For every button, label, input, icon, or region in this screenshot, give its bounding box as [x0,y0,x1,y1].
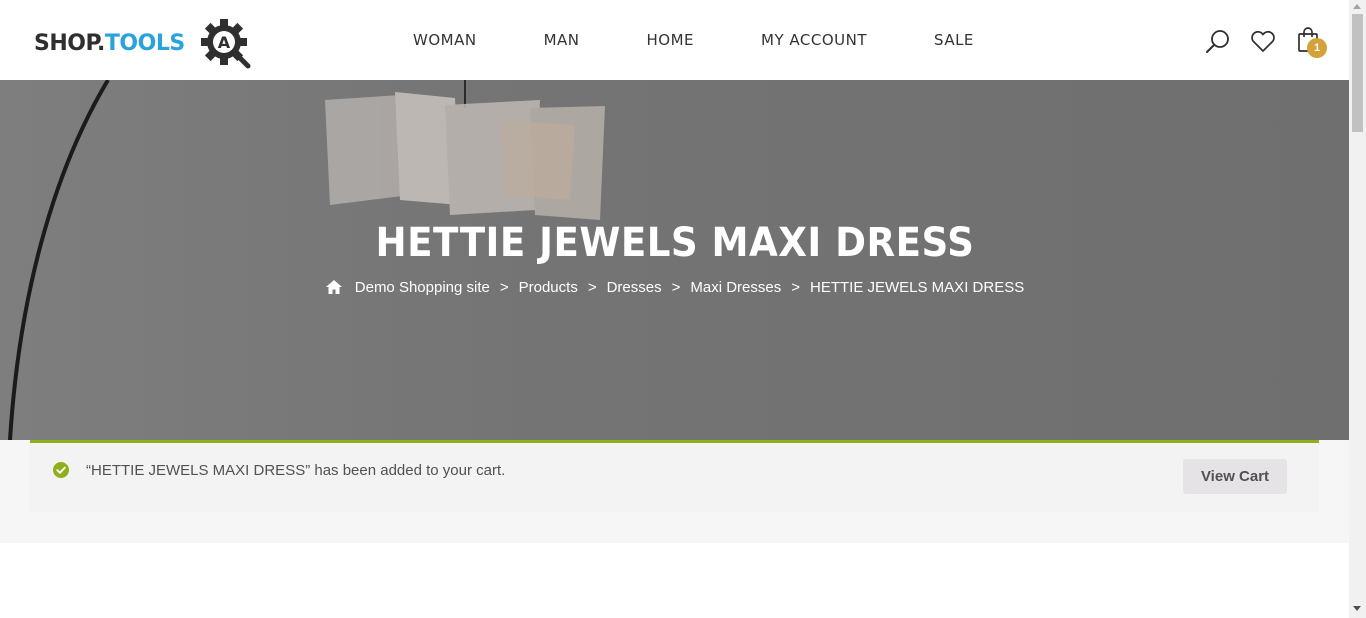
view-cart-button[interactable]: View Cart [1183,459,1287,494]
breadcrumb-item-products[interactable]: Products [519,279,578,296]
breadcrumb: Demo Shopping site > Products > Dresses … [0,278,1349,296]
page: SHOP.TOOLS A WOMAN MAN HOME MY ACCOUNT S… [0,0,1366,618]
main-content: SHOP.TOOLS A WOMAN MAN HOME MY ACCOUNT S… [0,0,1349,618]
gear-logo-icon: A [201,19,251,69]
site-header: SHOP.TOOLS A WOMAN MAN HOME MY ACCOUNT S… [0,0,1349,80]
nav-item-man[interactable]: MAN [544,31,580,49]
nav-item-my-account[interactable]: MY ACCOUNT [761,31,867,49]
breadcrumb-item-maxi-dresses[interactable]: Maxi Dresses [690,279,781,296]
nav-item-home[interactable]: HOME [647,31,695,49]
check-circle-icon [53,462,69,478]
nav-item-sale[interactable]: SALE [934,31,974,49]
breadcrumb-item-dresses[interactable]: Dresses [607,279,662,296]
page-hero: HETTIE JEWELS MAXI DRESS Demo Shopping s… [0,80,1349,440]
cart-count-badge: 1 [1307,38,1327,58]
site-logo[interactable]: SHOP.TOOLS A [34,17,254,69]
breadcrumb-separator: > [791,278,800,296]
logo-mark: A [218,33,231,52]
cart-notice: “HETTIE JEWELS MAXI DRESS” has been adde… [30,440,1319,512]
logo-shop: SHOP. [34,30,105,56]
main-nav: WOMAN MAN HOME MY ACCOUNT SALE [413,0,974,80]
scroll-up-arrow-icon[interactable] [1353,4,1361,9]
breadcrumb-item-home[interactable]: Demo Shopping site [355,279,490,296]
scroll-down-arrow-icon[interactable] [1353,606,1361,611]
logo-text: SHOP.TOOLS [34,31,185,56]
scroll-thumb[interactable] [1352,14,1363,132]
notice-area: “HETTIE JEWELS MAXI DRESS” has been adde… [0,440,1349,543]
home-icon[interactable] [325,278,343,296]
breadcrumb-separator: > [587,278,597,296]
page-title: HETTIE JEWELS MAXI DRESS [375,220,974,266]
breadcrumb-separator: > [499,278,509,296]
breadcrumb-separator: > [671,278,681,296]
breadcrumb-item-current: HETTIE JEWELS MAXI DRESS [810,278,1025,296]
vertical-scrollbar[interactable] [1349,0,1366,618]
logo-tools: TOOLS [104,30,185,56]
nav-item-woman[interactable]: WOMAN [413,31,477,49]
search-icon[interactable] [1204,28,1232,56]
notice-message: “HETTIE JEWELS MAXI DRESS” has been adde… [86,462,506,479]
heart-icon[interactable] [1249,28,1277,56]
